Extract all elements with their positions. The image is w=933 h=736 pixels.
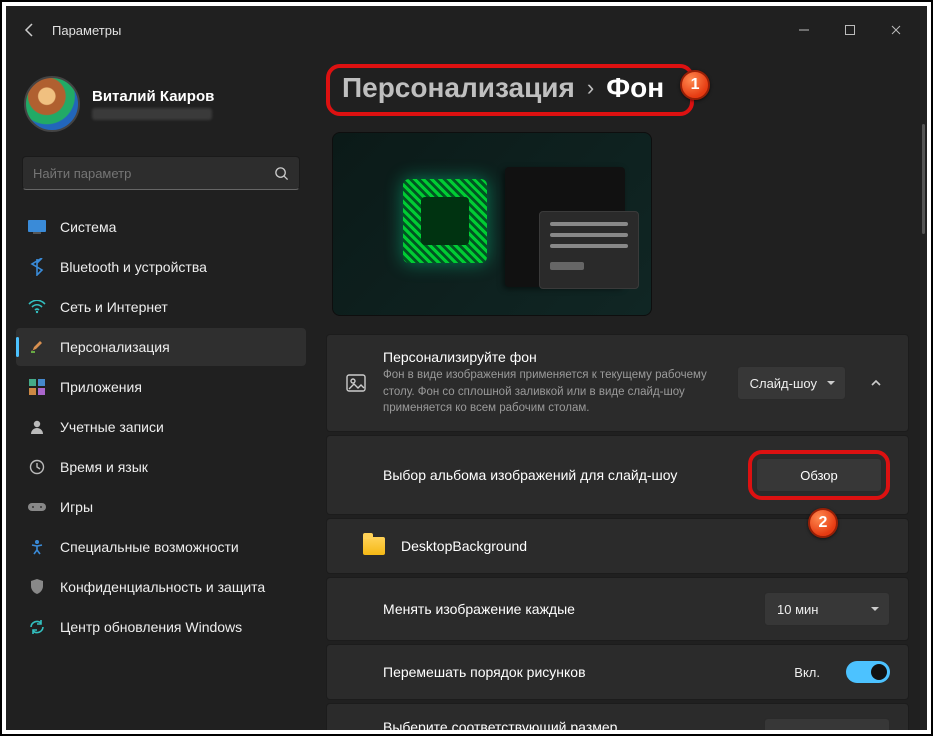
folder-name: DesktopBackground (401, 538, 890, 554)
nav-time[interactable]: Время и язык (16, 448, 306, 486)
folder-icon (363, 537, 385, 555)
gamepad-icon (28, 498, 46, 516)
shield-icon (28, 578, 46, 596)
maximize-button[interactable] (827, 14, 873, 46)
nav-label: Специальные возможности (60, 539, 239, 555)
back-button[interactable] (14, 14, 46, 46)
shuffle-toggle[interactable] (846, 661, 890, 683)
nav-label: Игры (60, 499, 93, 515)
accessibility-icon (28, 538, 46, 556)
nav-gaming[interactable]: Игры (16, 488, 306, 526)
toggle-state-label: Вкл. (794, 665, 820, 680)
search-field[interactable] (33, 166, 274, 181)
breadcrumb-parent[interactable]: Персонализация (342, 72, 575, 104)
row-shuffle: Перемешать порядок рисунков Вкл. (326, 644, 909, 700)
row-interval: Менять изображение каждые 10 мин (326, 577, 909, 641)
update-icon (28, 618, 46, 636)
nav-network[interactable]: Сеть и Интернет (16, 288, 306, 326)
brush-icon (28, 338, 46, 356)
row-title: Выберите соответствующий размер изображе… (383, 719, 703, 730)
bluetooth-icon (28, 258, 46, 276)
wifi-icon (28, 298, 46, 316)
row-desc: Фон в виде изображения применяется к тек… (383, 367, 721, 417)
annotation-badge-1: 1 (680, 70, 710, 100)
breadcrumb-current: Фон (606, 72, 664, 104)
nav-label: Конфиденциальность и защита (60, 579, 265, 595)
system-icon (28, 218, 46, 236)
nav-label: Сеть и Интернет (60, 299, 168, 315)
row-title: Менять изображение каждые (383, 601, 748, 617)
interval-select[interactable]: 10 мин (764, 592, 890, 626)
user-name: Виталий Каиров (92, 88, 214, 105)
nav-update[interactable]: Центр обновления Windows (16, 608, 306, 646)
user-profile[interactable]: Виталий Каиров (16, 66, 306, 150)
user-email-blurred (92, 108, 212, 120)
nav-apps[interactable]: Приложения (16, 368, 306, 406)
nav-label: Персонализация (60, 339, 170, 355)
nav-accounts[interactable]: Учетные записи (16, 408, 306, 446)
nav-privacy[interactable]: Конфиденциальность и защита (16, 568, 306, 606)
annotation-badge-2: 2 (808, 508, 838, 538)
breadcrumb: Персонализация › Фон (326, 64, 694, 116)
browse-button[interactable]: Обзор (756, 458, 882, 492)
row-choose-album: Выбор альбома изображений для слайд-шоу … (326, 435, 909, 515)
nav-label: Центр обновления Windows (60, 619, 242, 635)
nav-personalization[interactable]: Персонализация (16, 328, 306, 366)
person-icon (28, 418, 46, 436)
row-title: Перемешать порядок рисунков (383, 664, 778, 680)
nav-label: Время и язык (60, 459, 148, 475)
fit-select[interactable]: Заполнение (764, 718, 890, 730)
background-type-select[interactable]: Слайд-шоу (737, 366, 846, 400)
scrollbar[interactable] (922, 124, 925, 234)
row-title: Персонализируйте фон (383, 349, 721, 365)
search-input[interactable] (22, 156, 300, 190)
nav-label: Учетные записи (60, 419, 164, 435)
avatar (24, 76, 80, 132)
window-title: Параметры (52, 23, 121, 38)
nav-label: Bluetooth и устройства (60, 259, 207, 275)
clock-icon (28, 458, 46, 476)
chevron-right-icon: › (587, 75, 594, 101)
row-fit: Выберите соответствующий размер изображе… (326, 703, 909, 730)
row-personalize-background: Персонализируйте фон Фон в виде изображе… (326, 334, 909, 432)
minimize-button[interactable] (781, 14, 827, 46)
apps-icon (28, 378, 46, 396)
close-button[interactable] (873, 14, 919, 46)
row-title: Выбор альбома изображений для слайд-шоу (383, 467, 732, 483)
nav-system[interactable]: Система (16, 208, 306, 246)
expand-button[interactable] (862, 376, 890, 390)
nav-bluetooth[interactable]: Bluetooth и устройства (16, 248, 306, 286)
nav-accessibility[interactable]: Специальные возможности (16, 528, 306, 566)
picture-icon (345, 374, 367, 392)
nav-label: Система (60, 219, 116, 235)
search-icon (274, 166, 289, 181)
nav-label: Приложения (60, 379, 142, 395)
background-preview (332, 132, 652, 316)
